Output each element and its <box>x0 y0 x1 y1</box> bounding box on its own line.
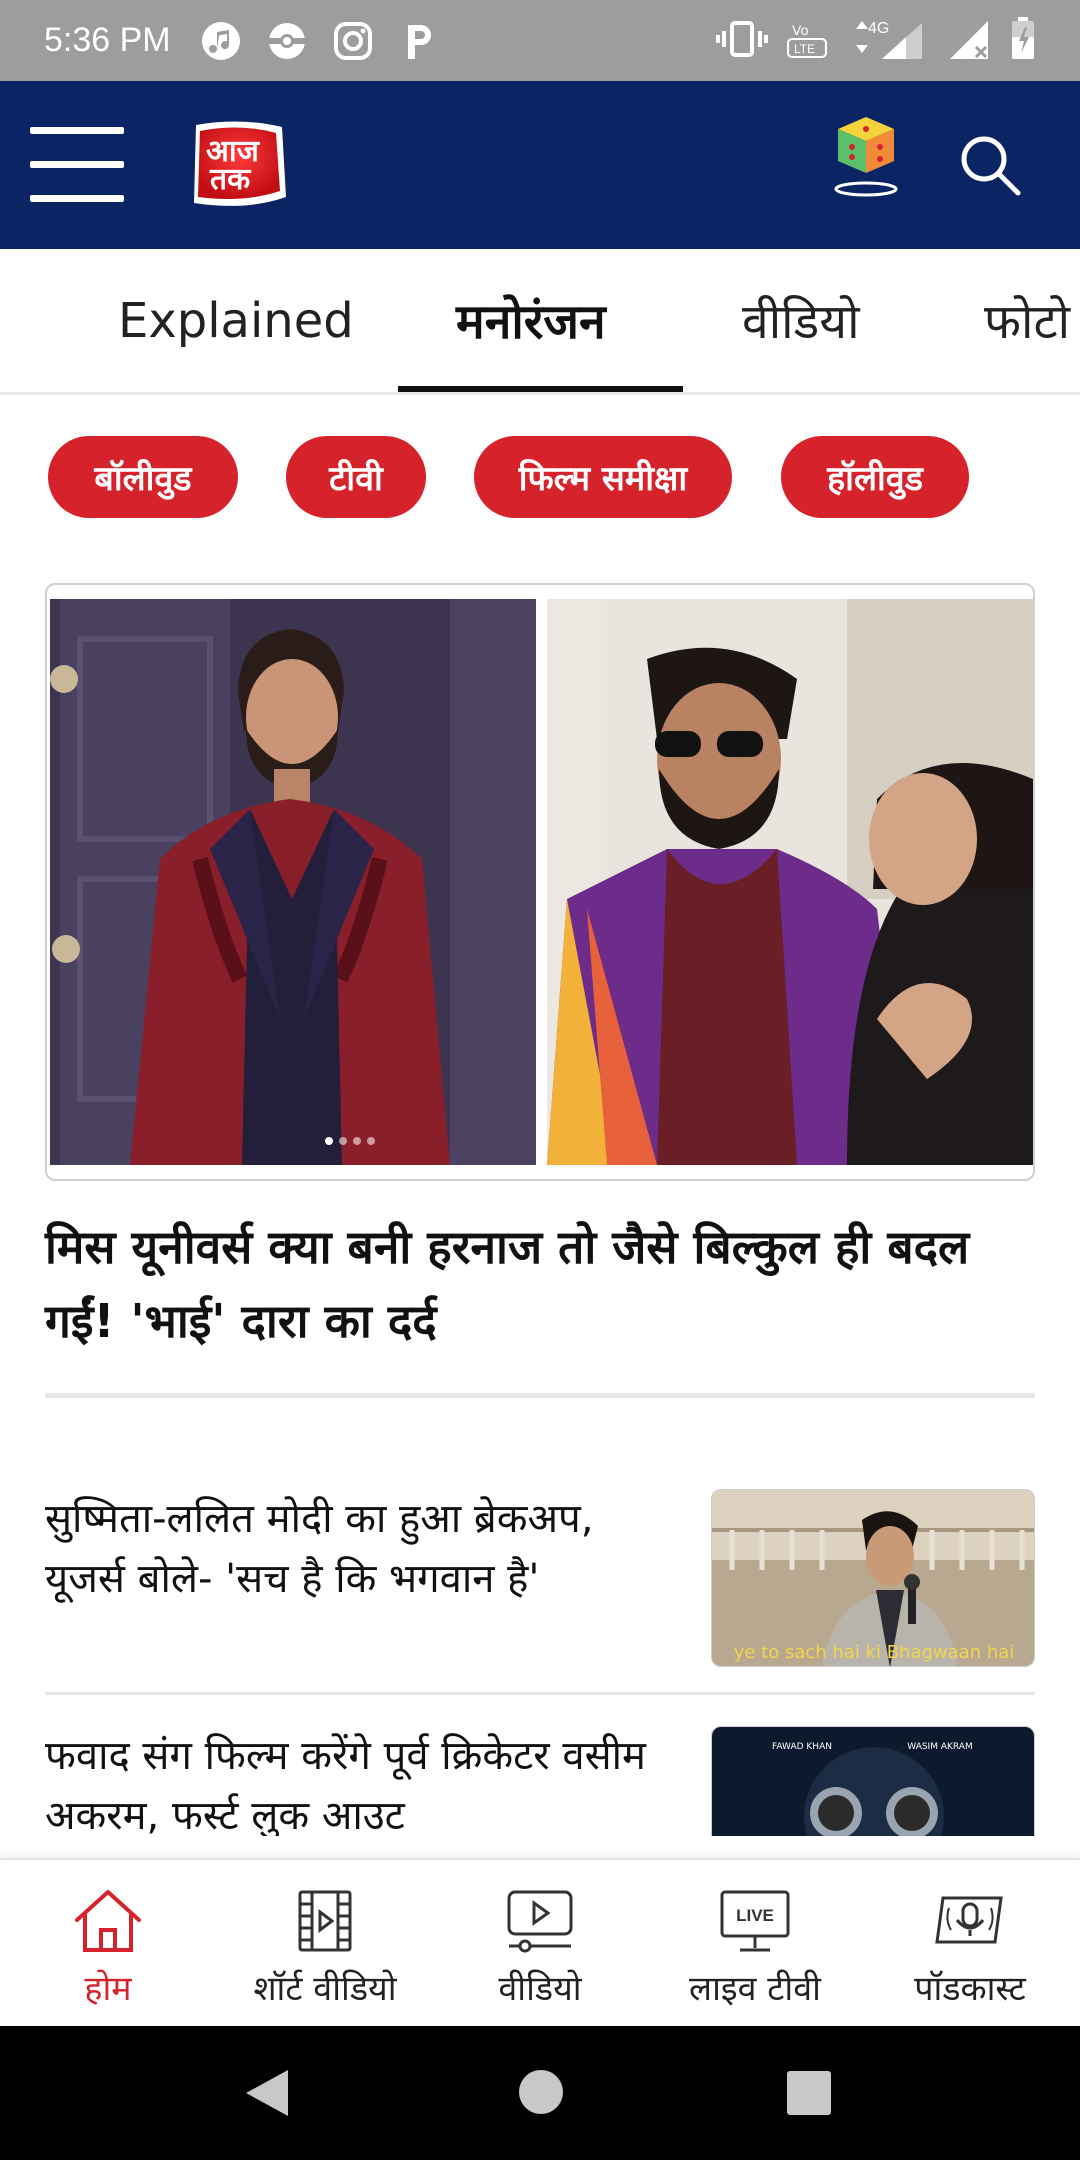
nav-short-videos[interactable]: शॉर्ट वीडियो <box>240 1860 410 2028</box>
svg-text:4G: 4G <box>868 20 889 37</box>
system-navigation-bar <box>0 2026 1080 2160</box>
music-icon <box>199 19 243 63</box>
hamburger-menu-icon[interactable] <box>30 127 124 203</box>
hero-image-card[interactable] <box>45 583 1035 1181</box>
chip-hollywood[interactable]: हॉलीवुड <box>781 436 969 518</box>
svg-text:LIVE: LIVE <box>736 1906 774 1925</box>
divider <box>45 1692 1035 1695</box>
vibrate-icon <box>716 19 768 63</box>
chip-tv[interactable]: टीवी <box>286 436 426 518</box>
svg-text:FAWAD KHAN: FAWAD KHAN <box>772 1742 832 1752</box>
signal-icon <box>946 17 992 65</box>
status-bar: 5:36 PM Vo LTE 4G <box>0 0 1080 81</box>
svg-text:तक: तक <box>209 162 251 197</box>
story-title[interactable]: फवाद संग फिल्म करेंगे पूर्व क्रिकेटर वसी… <box>45 1726 655 1836</box>
list-item[interactable]: सुष्मिता-ललित मोदी का हुआ ब्रेकअप, यूजर्… <box>45 1489 1035 1669</box>
story-thumbnail[interactable]: ye to sach hai ki Bhagwaan hai <box>711 1489 1035 1667</box>
signal-4g-icon: 4G <box>848 17 928 65</box>
nav-podcast-label: पॉडकास्ट <box>914 1969 1026 2009</box>
live-tv-icon: LIVE <box>718 1886 792 1956</box>
parking-icon <box>397 19 441 63</box>
section-tabs: Explained मनोरंजन वीडियो फोटो <box>0 249 1080 395</box>
hero-photo-right <box>547 599 1033 1165</box>
nav-home-label: होम <box>84 1969 132 2009</box>
nav-live-tv-label: लाइव टीवी <box>689 1969 821 2009</box>
nav-short-videos-label: शॉर्ट वीडियो <box>253 1969 397 2009</box>
hero-photo-left <box>50 599 536 1165</box>
story-title[interactable]: सुष्मिता-ललित मोदी का हुआ ब्रेकअप, यूजर्… <box>45 1489 655 1609</box>
home-icon <box>71 1886 145 1956</box>
svg-text:Vo: Vo <box>792 22 809 38</box>
bottom-navigation: होम शॉर्ट वीडियो वीडियो LIVE लाइव टीवी प… <box>0 1858 1080 2026</box>
chip-bollywood[interactable]: बॉलीवुड <box>48 436 238 518</box>
chip-film-review[interactable]: फिल्म समीक्षा <box>474 436 732 518</box>
tab-photos[interactable]: फोटो <box>984 249 1070 392</box>
nav-videos-label: वीडियो <box>498 1969 582 2009</box>
nav-videos[interactable]: वीडियो <box>480 1860 600 2028</box>
status-right-icons: Vo LTE 4G <box>716 16 1036 65</box>
story-thumbnail[interactable]: FAWAD KHAN WASIM AKRAM <box>711 1726 1035 1836</box>
svg-text:WASIM AKRAM: WASIM AKRAM <box>907 1742 972 1752</box>
battery-icon <box>1010 16 1036 65</box>
svg-text:ye to sach hai ki Bhagwaan hai: ye to sach hai ki Bhagwaan hai <box>734 1642 1015 1663</box>
instagram-icon <box>331 19 375 63</box>
tab-entertainment[interactable]: मनोरंजन <box>456 249 606 392</box>
dice-game-icon[interactable] <box>828 111 904 203</box>
nav-home[interactable]: होम <box>58 1860 158 2028</box>
back-icon[interactable] <box>244 2068 290 2118</box>
home-circle-icon[interactable] <box>518 2069 564 2115</box>
status-time: 5:36 PM <box>44 21 171 59</box>
svg-text:LTE: LTE <box>794 42 815 56</box>
volte-icon: Vo LTE <box>786 17 830 65</box>
hero-headline[interactable]: मिस यूनीवर्स क्या बनी हरनाज तो जैसे बिल्… <box>45 1210 1035 1358</box>
film-strip-icon <box>288 1886 362 1956</box>
carousel-dots <box>325 1137 375 1145</box>
podcast-mic-icon <box>933 1886 1007 1956</box>
video-player-icon <box>503 1886 577 1956</box>
tab-videos[interactable]: वीडियो <box>742 249 860 392</box>
active-tab-indicator <box>398 386 683 392</box>
recents-square-icon[interactable] <box>786 2070 832 2116</box>
nav-live-tv[interactable]: LIVE लाइव टीवी <box>680 1860 830 2028</box>
app-bar: आज तक <box>0 81 1080 249</box>
aaj-tak-logo[interactable]: आज तक <box>186 117 292 213</box>
nav-podcast[interactable]: पॉडकास्ट <box>900 1860 1040 2028</box>
list-item[interactable]: फवाद संग फिल्म करेंगे पूर्व क्रिकेटर वसी… <box>45 1726 1035 1836</box>
tab-explained[interactable]: Explained <box>118 249 354 392</box>
pokeball-icon <box>265 19 309 63</box>
search-icon[interactable] <box>958 133 1022 197</box>
divider <box>45 1393 1035 1398</box>
